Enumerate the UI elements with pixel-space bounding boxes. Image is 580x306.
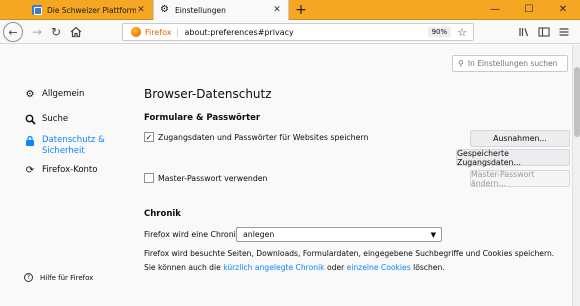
library-icon [519,28,529,37]
help-link[interactable]: ? Hilfe für Firefox [24,273,93,282]
tab-einstellungen[interactable]: ⚙ Einstellungen ✕ [153,0,289,20]
close-icon[interactable]: ✕ [136,5,146,15]
reload-button[interactable]: ↻ [46,22,66,42]
sidebar-item-label: Datenschutz & Sicherheit [42,135,105,156]
url-bar[interactable]: Firefox about:preferences#privacy 90% ☆ [122,23,474,41]
history-clear-mid: oder [324,263,347,272]
section-heading-forms: Formulare & Passwörter [144,113,261,123]
save-logins-row[interactable]: ✓ Zugangsdaten und Passwörter für Websit… [144,132,368,142]
tab-schweizer-plattform[interactable]: Die Schweizer Plattform für Cu ✕ [26,0,152,20]
bookmark-star-icon[interactable]: ☆ [457,26,467,39]
new-tab-button[interactable]: + [293,1,309,19]
url-text[interactable]: about:preferences#privacy [184,28,427,37]
clear-recent-history-link[interactable]: kürzlich angelegte Chronik [223,263,324,272]
section-heading-history: Chronik [144,209,181,219]
individual-cookies-link[interactable]: einzelne Cookies [347,263,411,272]
sidebar-item-label: Firefox-Konto [42,165,98,175]
content-scrollbar[interactable] [572,45,580,306]
home-icon [70,26,82,38]
search-icon [24,114,36,129]
history-mode-label: Firefox wird eine Chronik [144,230,241,239]
title-bar: Die Schweizer Plattform für Cu ✕ ⚙ Einst… [0,0,580,20]
arrow-left-icon: ← [8,25,18,39]
history-clear-text: Sie können auch die kürzlich angelegte C… [144,261,445,275]
gear-icon: ⚙ [160,4,169,15]
close-window-button[interactable]: ✕ [546,0,580,20]
sidebar-item-allgemein[interactable]: ⚙ Allgemein [24,89,85,101]
preferences-search-input[interactable]: ⚲ In Einstellungen suchen [452,55,568,72]
firefox-icon [131,27,141,37]
sync-icon: ⟳ [25,165,35,176]
menu-button[interactable] [556,24,572,40]
dropdown-arrow-icon: ▼ [430,231,436,239]
tab-label: Einstellungen [175,5,226,15]
tab-label: Die Schweizer Plattform für Cu [47,5,136,15]
sidebar-item-label: Allgemein [42,89,85,99]
sidebar-item-datenschutz[interactable]: Datenschutz & Sicherheit [24,135,124,157]
help-icon: ? [24,273,33,282]
history-clear-pre: Sie können auch die [144,263,224,272]
master-password-checkbox[interactable] [144,173,154,183]
help-label: Hilfe für Firefox [40,273,94,282]
zoom-indicator[interactable]: 90% [427,27,452,37]
history-mode-value: anlegen [243,230,275,239]
back-button[interactable]: ← [3,22,23,42]
history-description: Firefox wird besuchte Seiten, Downloads,… [144,249,555,258]
scrollbar-thumb[interactable] [574,67,580,137]
forward-button[interactable]: → [27,22,47,42]
hamburger-icon [559,28,569,36]
close-icon[interactable]: ✕ [272,5,282,15]
navigation-toolbar: ← → ↻ Firefox about:preferences#privacy … [0,20,580,44]
sidebar-button[interactable] [536,24,552,40]
master-password-row[interactable]: Master-Passwort verwenden [144,173,268,183]
site-favicon-icon [32,5,42,15]
reload-icon: ↻ [50,25,62,39]
history-mode-select[interactable]: anlegen ▼ [236,227,442,242]
search-placeholder: In Einstellungen suchen [467,59,558,68]
lock-icon [24,135,36,151]
save-logins-label: Zugangsdaten und Passwörter für Websites… [158,132,369,142]
arrow-right-icon: → [31,25,43,39]
sidebar-item-label: Suche [42,114,69,124]
search-icon: ⚲ [458,59,464,68]
home-button[interactable] [66,22,86,42]
sidebar-item-suche[interactable]: Suche [24,114,68,129]
preferences-content: ⚲ In Einstellungen suchen ⚙ Allgemein Su… [0,45,572,306]
identity-label: Firefox [145,27,179,37]
change-master-password-button[interactable]: Master-Passwort ändern... [470,170,570,188]
library-button[interactable] [516,24,532,40]
saved-logins-button[interactable]: Gespeicherte Zugangsdaten... [456,149,570,167]
minimize-button[interactable]: — [478,0,512,20]
gear-icon: ⚙ [25,89,35,100]
sidebar-item-firefox-konto[interactable]: ⟳ Firefox-Konto [24,165,98,177]
page-title: Browser-Datenschutz [144,87,272,101]
sidebar-icon [538,27,550,37]
exceptions-button[interactable]: Ausnahmen... [470,130,570,147]
master-password-label: Master-Passwort verwenden [158,173,268,183]
maximize-button[interactable]: ☐ [512,0,546,20]
history-clear-post: löschen. [410,263,445,272]
save-logins-checkbox[interactable]: ✓ [144,132,154,142]
